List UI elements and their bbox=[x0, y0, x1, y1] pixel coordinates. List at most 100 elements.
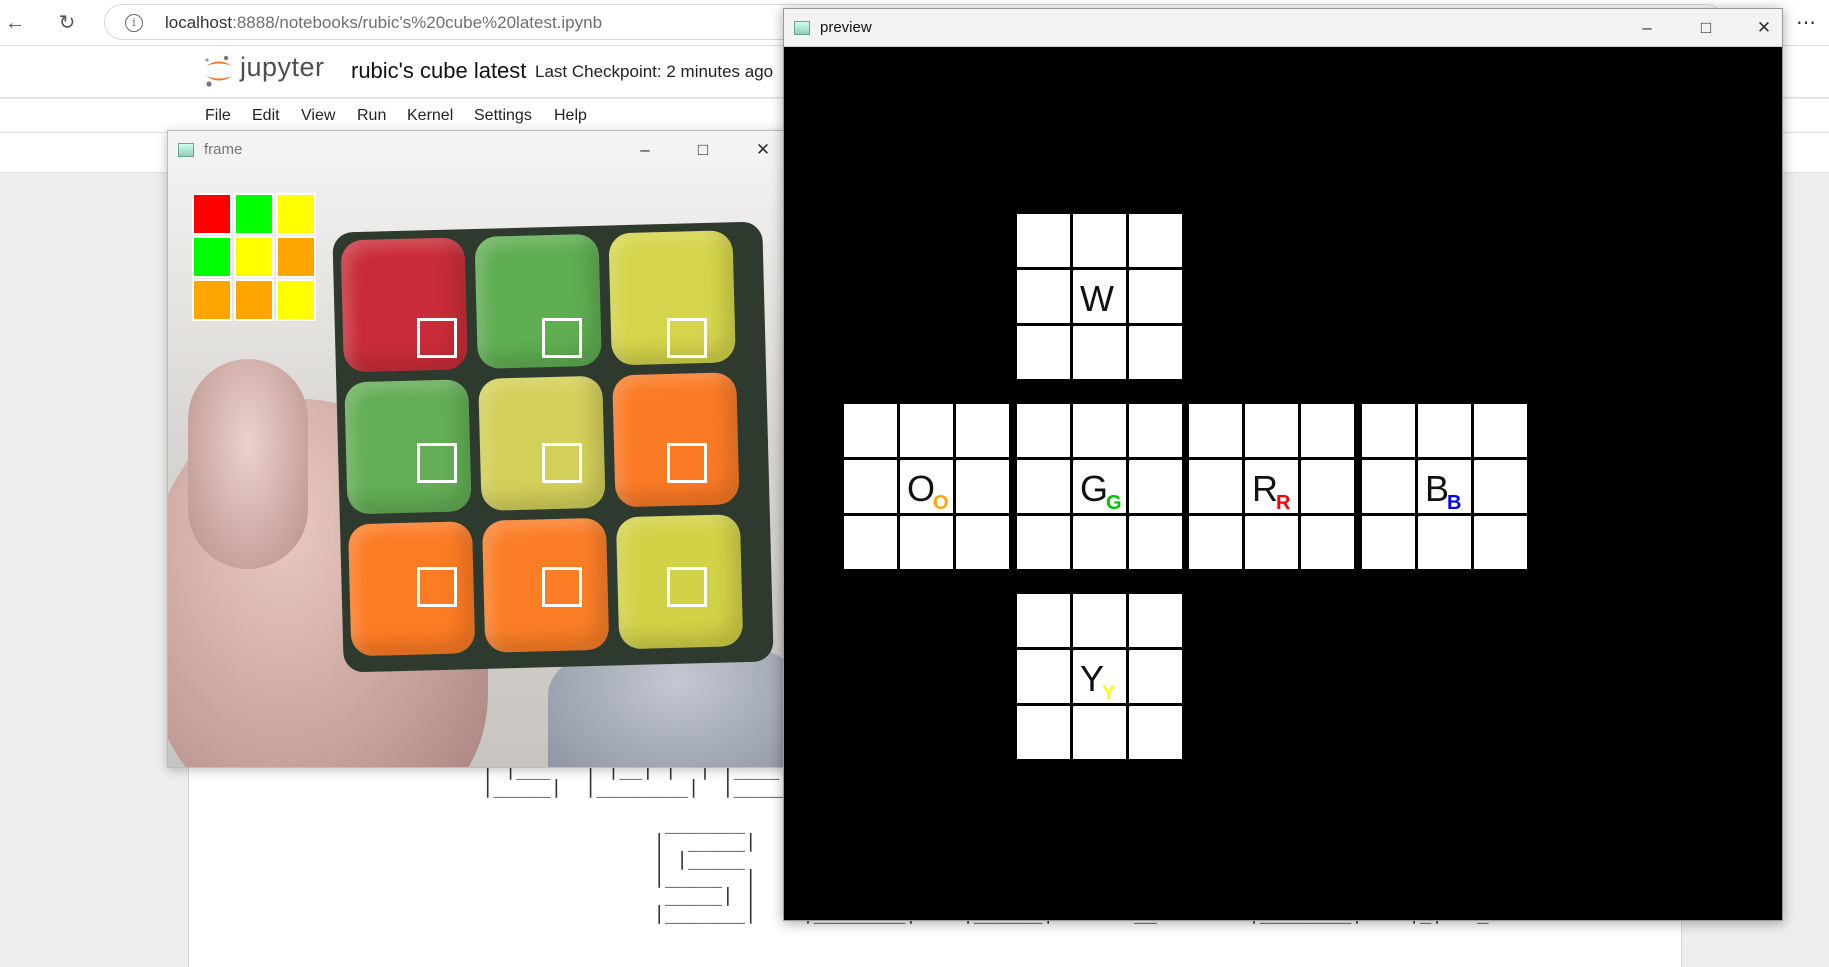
menu-view[interactable]: View bbox=[301, 107, 335, 125]
info-icon[interactable]: i bbox=[125, 14, 143, 32]
menu-kernel[interactable]: Kernel bbox=[407, 107, 453, 125]
cube-net-cell bbox=[1245, 404, 1298, 457]
cube-net-cell bbox=[1073, 516, 1126, 569]
cube-net-cell bbox=[1129, 594, 1182, 647]
cube-net-cell bbox=[956, 404, 1009, 457]
cube-net-dot bbox=[1070, 647, 1074, 651]
cube-face-back: BB bbox=[1362, 404, 1527, 569]
cube-net-cell bbox=[1362, 404, 1415, 457]
cube-net-cell bbox=[1474, 516, 1527, 569]
cube-net-dot bbox=[1471, 513, 1475, 517]
minimize-icon[interactable]: – bbox=[630, 137, 660, 163]
back-icon[interactable]: ← bbox=[0, 8, 30, 38]
cube-net-dot bbox=[1070, 267, 1074, 271]
close-icon[interactable]: ✕ bbox=[748, 137, 778, 163]
face-label: YY bbox=[1080, 658, 1130, 704]
scan-target-box bbox=[667, 567, 707, 607]
face-letter: B bbox=[1425, 468, 1450, 509]
cube-net-dot bbox=[1415, 457, 1419, 461]
maximize-icon[interactable]: □ bbox=[1691, 15, 1721, 41]
scan-target-box bbox=[417, 443, 457, 483]
jupyter-logo-icon[interactable] bbox=[203, 54, 235, 88]
cube-net-cell bbox=[1073, 404, 1126, 457]
face-letter: W bbox=[1080, 278, 1114, 319]
menu-file[interactable]: File bbox=[205, 107, 231, 125]
cube-net-cell bbox=[1017, 594, 1070, 647]
cube-net-cell bbox=[1418, 404, 1471, 457]
jupyter-wordmark[interactable]: jupyter bbox=[240, 52, 325, 83]
window-app-icon bbox=[178, 143, 194, 157]
cube-net-cell bbox=[844, 460, 897, 513]
scan-target-box bbox=[542, 443, 582, 483]
cube-net-dot bbox=[1415, 513, 1419, 517]
detected-color-cell bbox=[276, 193, 316, 235]
close-icon[interactable]: ✕ bbox=[1749, 15, 1779, 41]
cube-net-cell bbox=[900, 404, 953, 457]
face-label: GG bbox=[1080, 468, 1130, 514]
face-color-label: Y bbox=[1102, 682, 1116, 704]
maximize-icon[interactable]: □ bbox=[688, 137, 718, 163]
cube-net-cell bbox=[1301, 460, 1354, 513]
face-color-label: B bbox=[1447, 492, 1462, 514]
cube-net-cell bbox=[1418, 516, 1471, 569]
cube-net-cell bbox=[1129, 326, 1182, 379]
cube-net-dot bbox=[1126, 703, 1130, 707]
cube-net-dot bbox=[1126, 457, 1130, 461]
menu-help[interactable]: Help bbox=[554, 107, 587, 125]
detected-color-cell bbox=[234, 236, 274, 278]
cube-net-cell bbox=[1017, 650, 1070, 703]
cube-net-cell bbox=[1362, 516, 1415, 569]
cube-net-dot bbox=[897, 457, 901, 461]
url-host: localhost bbox=[165, 13, 233, 32]
cube-net-dot bbox=[1070, 457, 1074, 461]
minimize-icon[interactable]: – bbox=[1632, 15, 1662, 41]
window-app-icon bbox=[794, 21, 810, 35]
cube-net-cell bbox=[1017, 706, 1070, 759]
menu-run[interactable]: Run bbox=[357, 107, 386, 125]
cube-net-dot bbox=[1242, 457, 1246, 461]
more-options-icon[interactable]: ⋯ bbox=[1796, 10, 1816, 35]
detected-color-grid bbox=[192, 193, 316, 321]
detected-color-cell bbox=[234, 193, 274, 235]
menu-edit[interactable]: Edit bbox=[252, 107, 280, 125]
cube-net-cell bbox=[1017, 326, 1070, 379]
cube-net-dot bbox=[1126, 323, 1130, 327]
preview-title: preview bbox=[820, 19, 872, 36]
cube-net-cell bbox=[956, 516, 1009, 569]
face-letter: R bbox=[1252, 468, 1278, 509]
cube-net-cell bbox=[844, 404, 897, 457]
menu-settings[interactable]: Settings bbox=[474, 107, 532, 125]
preview-window: preview – □ ✕ W OO GG RR BB YY bbox=[783, 8, 1783, 921]
url-path: :8888/notebooks/rubic's%20cube%20latest.… bbox=[232, 13, 603, 32]
cube-net-cell bbox=[1073, 706, 1126, 759]
cube-net-cell bbox=[844, 516, 897, 569]
cube-net-cell bbox=[1129, 516, 1182, 569]
cube-net-dot bbox=[1070, 513, 1074, 517]
cube-net-cell bbox=[1474, 404, 1527, 457]
cube-net-cell bbox=[1129, 214, 1182, 267]
scan-target-box bbox=[417, 318, 457, 358]
preview-titlebar[interactable]: preview – □ ✕ bbox=[784, 9, 1782, 47]
face-label: RR bbox=[1252, 468, 1302, 514]
cube-net-dot bbox=[1298, 513, 1302, 517]
face-color-label: R bbox=[1276, 492, 1291, 514]
notebook-title[interactable]: rubic's cube latest bbox=[351, 58, 526, 84]
face-color-label: G bbox=[1106, 492, 1122, 514]
cube-net-dot bbox=[1471, 457, 1475, 461]
cube-net-cell bbox=[1301, 516, 1354, 569]
thumb-image bbox=[188, 359, 308, 569]
cube-net-dot bbox=[1126, 267, 1130, 271]
url-text[interactable]: localhost:8888/notebooks/rubic's%20cube%… bbox=[165, 13, 602, 33]
cube-net-dot bbox=[1242, 513, 1246, 517]
cube-net-cell bbox=[1129, 460, 1182, 513]
reload-icon[interactable]: ↻ bbox=[52, 8, 82, 38]
scan-target-box bbox=[417, 567, 457, 607]
frame-titlebar[interactable]: frame – □ ✕ bbox=[168, 131, 786, 169]
cube-net-dot bbox=[1298, 457, 1302, 461]
cube-net-cell bbox=[1129, 270, 1182, 323]
cube-net-cell bbox=[1129, 404, 1182, 457]
checkpoint-status: Last Checkpoint: 2 minutes ago bbox=[535, 62, 774, 81]
cube-net-cell bbox=[1017, 404, 1070, 457]
face-label: W bbox=[1080, 278, 1130, 320]
cube-net-cell bbox=[1129, 706, 1182, 759]
